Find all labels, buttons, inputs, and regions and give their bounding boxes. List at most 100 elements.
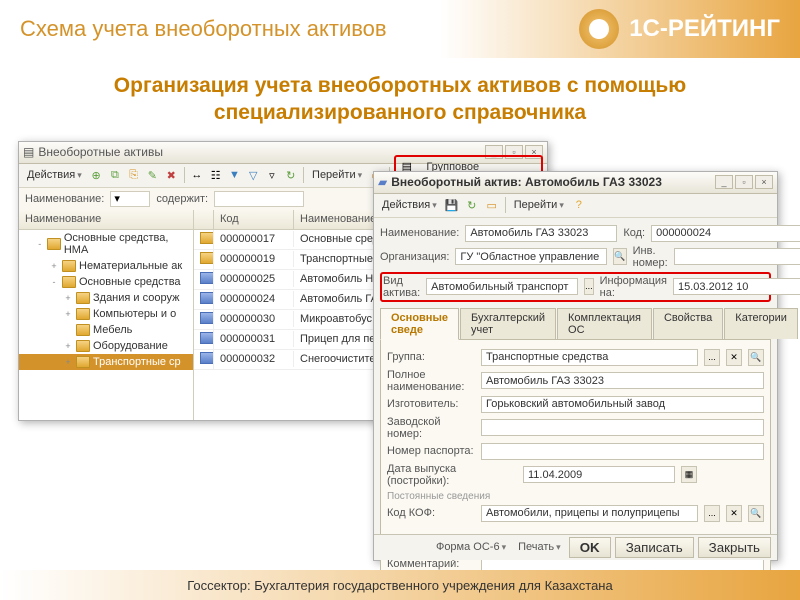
kof-lookup-button[interactable]: 🔍	[748, 505, 764, 522]
release-date-picker[interactable]: ▦	[681, 466, 697, 483]
kof-clear-button[interactable]: ✕	[726, 505, 742, 522]
window-title-text: Внеоборотные активы	[38, 145, 163, 159]
tree-item-label: Оборудование	[93, 340, 168, 352]
label-kof: Код КОФ:	[387, 507, 475, 519]
tree-expand-icon[interactable]: -	[35, 239, 44, 249]
tree-item-label: Основные средства	[79, 276, 181, 288]
move-icon[interactable]: ↔	[189, 166, 206, 184]
input-asset-type[interactable]	[426, 278, 578, 295]
group-select-button[interactable]: ...	[704, 349, 720, 366]
goto-menu[interactable]: Перейти	[510, 197, 568, 213]
tab-props[interactable]: Свойства	[653, 308, 723, 339]
tree-item[interactable]: - Основные средства	[19, 274, 193, 290]
input-code[interactable]	[651, 225, 800, 242]
col-code[interactable]: Код	[214, 210, 294, 229]
tree-item[interactable]: Мебель	[19, 322, 193, 338]
add-icon[interactable]: ⊕	[88, 166, 105, 184]
close-button[interactable]: Закрыть	[698, 537, 771, 558]
save-button[interactable]: Записать	[615, 537, 694, 558]
label-inv: Инв. номер:	[633, 245, 668, 269]
window-title-text: Внеоборотный актив: Автомобиль ГАЗ 33023	[391, 175, 662, 189]
tree-expand-icon[interactable]: +	[49, 261, 59, 271]
close-button[interactable]: ×	[755, 175, 773, 189]
refresh-icon[interactable]: ↻	[282, 166, 299, 184]
actions-menu[interactable]: Действия	[23, 167, 86, 183]
label-factory-no: Заводской номер:	[387, 416, 475, 440]
input-maker[interactable]	[481, 396, 764, 413]
input-kof[interactable]	[481, 505, 698, 522]
ok-button[interactable]: OK	[569, 537, 611, 558]
bottom-bar: Форма ОС-6 Печать OK Записать Закрыть	[374, 534, 777, 560]
label-name: Наименование:	[380, 227, 459, 239]
edit-icon[interactable]: ✎	[144, 166, 161, 184]
tree-item[interactable]: +Здания и сооруж	[19, 290, 193, 306]
input-passport-no[interactable]	[481, 443, 764, 460]
input-info-on[interactable]	[673, 278, 800, 295]
actions-menu[interactable]: Действия	[378, 197, 441, 213]
folder-icon	[76, 324, 90, 336]
input-org[interactable]	[455, 248, 607, 265]
folder-icon	[62, 276, 76, 288]
filter-name-input[interactable]	[110, 191, 150, 207]
org-lookup-button[interactable]: 🔍	[613, 248, 626, 265]
asset-type-select-button[interactable]: ...	[584, 278, 594, 295]
label-code: Код:	[623, 227, 645, 239]
tree-item[interactable]: + Оборудование	[19, 338, 193, 354]
tab-categories[interactable]: Категории	[724, 308, 798, 339]
tab-main[interactable]: Основные сведе	[380, 308, 459, 340]
tree-expand-icon[interactable]: +	[63, 293, 73, 303]
group-clear-button[interactable]: ✕	[726, 349, 742, 366]
add-group-icon[interactable]: ⧉	[107, 166, 124, 184]
goto-menu[interactable]: Перейти	[308, 167, 366, 183]
label-full-name: Полное наименование:	[387, 369, 475, 393]
save-icon[interactable]: 💾	[443, 196, 461, 214]
tree-expand-icon[interactable]: +	[63, 309, 73, 319]
tree-item[interactable]: + Компьютеры и о	[19, 306, 193, 322]
kof-select-button[interactable]: ...	[704, 505, 720, 522]
input-inv[interactable]	[674, 248, 800, 265]
filter-by-icon[interactable]: ▽	[245, 166, 262, 184]
window-asset-detail: ▰ Внеоборотный актив: Автомобиль ГАЗ 330…	[373, 171, 778, 561]
tree-item-label: Компьютеры и о	[93, 308, 176, 320]
tree-item[interactable]: -Основные средства, НМА	[19, 230, 193, 258]
tree-item[interactable]: + Транспортные ср	[19, 354, 193, 370]
tree-expand-icon[interactable]: +	[63, 357, 73, 367]
titlebar[interactable]: ▰ Внеоборотный актив: Автомобиль ГАЗ 330…	[374, 172, 777, 194]
slide-header: Схема учета внеоборотных активов 1С-РЕЙТ…	[0, 0, 800, 58]
copy-icon[interactable]: ⎘	[125, 166, 142, 184]
tree-item[interactable]: +Нематериальные ак	[19, 258, 193, 274]
input-full-name[interactable]	[481, 372, 764, 389]
input-factory-no[interactable]	[481, 419, 764, 436]
cell-code: 000000017	[214, 231, 294, 247]
input-group[interactable]	[481, 349, 698, 366]
filter-contains-label: содержит:	[156, 193, 208, 205]
item-icon	[200, 292, 214, 304]
filter-value-input[interactable]	[214, 191, 304, 207]
open-file-icon[interactable]: ▭	[483, 196, 501, 214]
item-icon	[200, 332, 214, 344]
tree-item-label: Транспортные ср	[93, 356, 181, 368]
group-lookup-button[interactable]: 🔍	[748, 349, 764, 366]
tree-expand-icon[interactable]: +	[63, 341, 73, 351]
tab-kit[interactable]: Комплектация ОС	[557, 308, 652, 339]
filter-icon[interactable]: ▼	[226, 166, 243, 184]
label-group: Группа:	[387, 351, 475, 363]
delete-icon[interactable]: ✖	[163, 166, 180, 184]
item-icon	[200, 352, 214, 364]
tree-panel: Наименование -Основные средства, НМА+Нем…	[19, 210, 194, 420]
print-link[interactable]: Печать	[514, 541, 565, 553]
label-passport-no: Номер паспорта:	[387, 445, 475, 457]
hierarchy-icon[interactable]: ☷	[207, 166, 224, 184]
tree-expand-icon[interactable]: -	[49, 277, 59, 287]
slide-footer: Госсектор: Бухгалтерия государственного …	[0, 570, 800, 600]
restore-button[interactable]: ▫	[735, 175, 753, 189]
filter-off-icon[interactable]: ▿	[264, 166, 281, 184]
refresh-icon[interactable]: ↻	[463, 196, 481, 214]
input-name[interactable]	[465, 225, 617, 242]
label-comment: Комментарий:	[387, 558, 475, 570]
tab-accounting[interactable]: Бухгалтерский учет	[460, 308, 556, 339]
help-icon[interactable]: ?	[570, 196, 588, 214]
minimize-button[interactable]: _	[715, 175, 733, 189]
input-release[interactable]	[523, 466, 675, 483]
form-os6-link[interactable]: Форма ОС-6	[432, 541, 510, 553]
